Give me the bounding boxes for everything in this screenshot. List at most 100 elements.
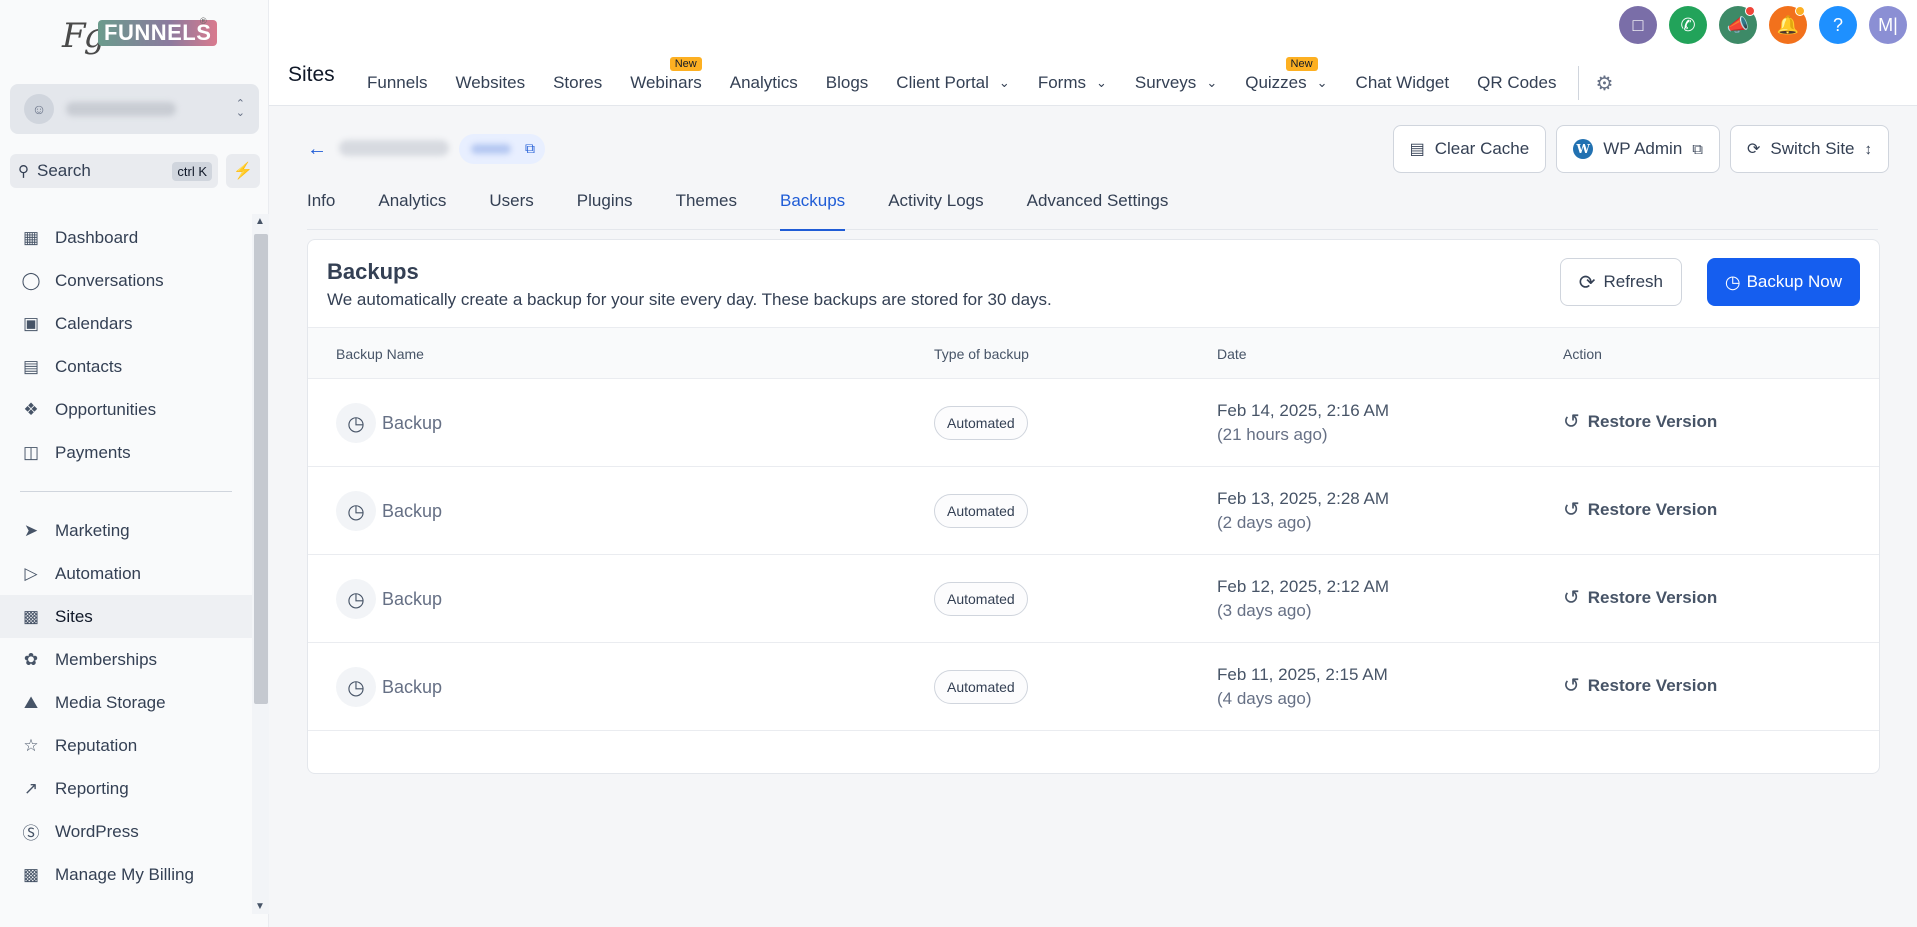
clear-cache-button[interactable]: ▤ Clear Cache <box>1392 125 1547 173</box>
sidebar-item-marketing[interactable]: ➤ Marketing <box>0 509 252 552</box>
sidebar-item-payments[interactable]: ◫ Payments <box>0 431 252 474</box>
sidebar-item-manage-billing[interactable]: ▩ Manage My Billing <box>0 853 252 896</box>
wp-admin-button[interactable]: W WP Admin ⧉ <box>1556 125 1720 173</box>
tab-activity-logs[interactable]: Activity Logs <box>888 188 983 230</box>
contacts-icon: ▤ <box>22 356 40 376</box>
backup-name: Backup <box>382 589 443 609</box>
tab-info[interactable]: Info <box>307 188 335 230</box>
topnav-funnels[interactable]: Funnels <box>367 73 427 93</box>
button-label: Refresh <box>1603 272 1663 291</box>
clock-history-icon: ◷ <box>336 579 376 619</box>
topnav-label: QR Codes <box>1477 73 1557 92</box>
topnav-websites[interactable]: Websites <box>455 73 525 93</box>
topnav-label: Client Portal <box>896 73 989 92</box>
help-icon[interactable]: ? <box>1819 6 1857 44</box>
sidebar-item-conversations[interactable]: ◯ Conversations <box>0 259 252 302</box>
backup-relative-time: (4 days ago) <box>1217 689 1312 708</box>
billing-icon: ▩ <box>22 864 40 884</box>
account-switcher[interactable]: ☺ ⌃ ⌄ <box>10 84 259 134</box>
topnav-forms[interactable]: Forms ⌄ <box>1038 73 1107 93</box>
topnav-surveys[interactable]: Surveys ⌄ <box>1135 73 1217 93</box>
sidebar-item-dashboard[interactable]: ▦ Dashboard <box>0 216 252 259</box>
star-icon: ☆ <box>23 735 39 755</box>
backup-now-button[interactable]: ◷ Backup Now <box>1706 258 1860 306</box>
restore-version-button[interactable]: ↺ Restore Version <box>1563 673 1717 698</box>
gear-icon[interactable]: ⚙ <box>1595 71 1613 96</box>
sidebar-item-reputation[interactable]: ☆ Reputation <box>0 724 252 767</box>
topnav-qr-codes[interactable]: QR Codes <box>1477 73 1556 93</box>
button-label: Switch Site <box>1770 139 1855 158</box>
sidebar-item-contacts[interactable]: ▤ Contacts <box>0 345 252 388</box>
search-shortcut: ctrl K <box>172 161 212 181</box>
topnav-chat-widget[interactable]: Chat Widget <box>1356 73 1450 93</box>
dashboard-icon: ▦ <box>22 227 40 247</box>
avatar[interactable]: M| <box>1869 6 1907 44</box>
back-arrow-icon[interactable]: ← <box>307 138 327 161</box>
topnav-webinars[interactable]: Webinars New <box>630 57 702 93</box>
site-domain-redacted <box>471 144 511 154</box>
sidebar-item-media-storage[interactable]: ⛰ Media Storage <box>0 681 252 724</box>
sidebar-item-automation[interactable]: ▷ Automation <box>0 552 252 595</box>
quick-action-button[interactable]: ⚡ <box>226 154 260 188</box>
phone-icon[interactable]: ✆ <box>1669 6 1707 44</box>
topnav-analytics[interactable]: Analytics <box>730 73 798 93</box>
sidebar-item-wordpress[interactable]: Ⓢ WordPress <box>0 810 252 853</box>
sidebar-item-opportunities[interactable]: ❖ Opportunities <box>0 388 252 431</box>
sidebar-item-reporting[interactable]: ↗ Reporting <box>0 767 252 810</box>
tab-analytics[interactable]: Analytics <box>378 188 446 230</box>
scroll-down-icon[interactable]: ▼ <box>255 901 265 912</box>
megaphone-icon[interactable]: 📣 <box>1719 6 1757 44</box>
tab-themes[interactable]: Themes <box>676 188 737 230</box>
search-button[interactable]: ⚲ Search ctrl K <box>10 154 218 188</box>
brand-logo[interactable]: Fg FUNNELS ® <box>62 16 218 66</box>
sidebar-item-memberships[interactable]: ✿ Memberships <box>0 638 252 681</box>
restore-icon: ↺ <box>1563 499 1580 521</box>
restore-version-button[interactable]: ↺ Restore Version <box>1563 585 1717 610</box>
restore-icon: ↺ <box>1563 587 1580 609</box>
switch-site-button[interactable]: ⟳ Switch Site ↕ <box>1730 125 1889 173</box>
switch-icon: ⟳ <box>1747 141 1761 158</box>
section-title: Sites <box>288 63 335 86</box>
sidebar-item-label: Manage My Billing <box>55 864 194 884</box>
backup-date: Feb 12, 2025, 2:12 AM <box>1217 577 1390 596</box>
topnav-client-portal[interactable]: Client Portal ⌄ <box>896 73 1010 93</box>
new-badge: New <box>1285 57 1318 71</box>
copy-icon[interactable]: ⧉ <box>525 140 535 157</box>
backups-subtitle: We automatically create a backup for you… <box>327 290 1052 309</box>
sidebar-item-sites[interactable]: ▩ Sites <box>0 595 252 638</box>
restore-version-button[interactable]: ↺ Restore Version <box>1563 497 1717 522</box>
backups-card: Backups We automatically create a backup… <box>307 239 1880 774</box>
backup-relative-time: (3 days ago) <box>1217 601 1312 620</box>
tab-plugins[interactable]: Plugins <box>577 188 633 230</box>
sidebar-item-label: Payments <box>55 442 131 462</box>
tab-users[interactable]: Users <box>489 188 533 230</box>
top-icons: □ ✆ 📣 🔔 ? M| <box>1607 6 1907 44</box>
backup-relative-time: (21 hours ago) <box>1217 425 1328 444</box>
sidebar-scrollbar[interactable]: ▲ ▼ <box>252 214 269 914</box>
tab-backups[interactable]: Backups <box>779 188 846 231</box>
bell-icon[interactable]: 🔔 <box>1769 6 1807 44</box>
sidebar-item-calendars[interactable]: ▣ Calendars <box>0 302 252 345</box>
refresh-button[interactable]: ⟳ Refresh <box>1559 258 1682 306</box>
clock-history-icon: ◷ <box>336 491 376 531</box>
send-icon: ➤ <box>23 520 39 540</box>
topnav-blogs[interactable]: Blogs <box>826 73 869 93</box>
tab-advanced-settings[interactable]: Advanced Settings <box>1027 188 1169 230</box>
topnav-stores[interactable]: Stores <box>553 73 602 93</box>
scrollbar-thumb[interactable] <box>254 234 268 704</box>
sidebar-item-label: Contacts <box>55 356 123 376</box>
search-icon: ⚲ <box>18 163 29 180</box>
trend-icon: ↗ <box>23 778 39 798</box>
search-label: Search <box>37 161 91 180</box>
scroll-up-icon[interactable]: ▲ <box>255 216 265 227</box>
topnav-label: Funnels <box>367 73 428 92</box>
topnav-label: Stores <box>553 73 603 92</box>
site-tabs: Info Analytics Users Plugins Themes Back… <box>307 188 1878 231</box>
site-name-redacted <box>339 140 449 156</box>
restore-version-button[interactable]: ↺ Restore Version <box>1563 409 1717 434</box>
wordpress-icon: Ⓢ <box>22 824 40 843</box>
topnav-quizzes[interactable]: Quizzes ⌄ New <box>1245 57 1328 93</box>
brush-icon: ▤ <box>1409 141 1425 158</box>
chat-icon[interactable]: □ <box>1619 6 1657 44</box>
table-row: ◷ Backup Automated Feb 12, 2025, 2:12 AM… <box>308 555 1879 643</box>
